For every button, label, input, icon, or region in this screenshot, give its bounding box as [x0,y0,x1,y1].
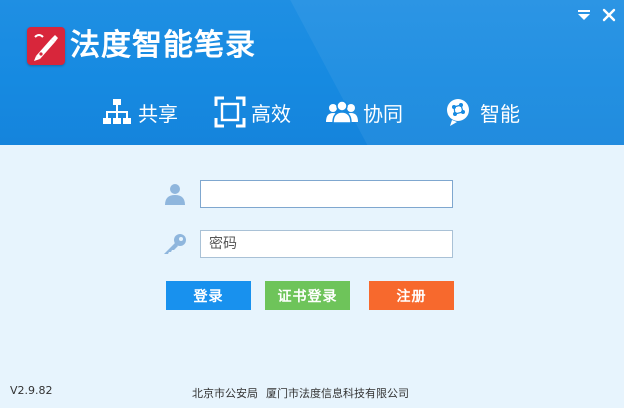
feature-share: 共享 [101,90,178,134]
frame-icon [214,96,246,128]
feature-collab: 协同 [326,90,403,134]
hierarchy-icon [103,99,131,124]
feature-efficient: 高效 [214,90,291,134]
header-banner: 法度智能笔录 共享 高效 协同 智能 [0,0,624,145]
feature-label-smart: 智能 [480,101,520,126]
login-button[interactable]: 登录 [166,281,251,310]
register-button[interactable]: 注册 [369,281,454,310]
logo-pen-icon [27,27,65,65]
key-icon [164,234,186,254]
people-icon [326,100,358,124]
brain-icon [447,99,469,126]
cert-login-button[interactable]: 证书登录 [265,281,350,310]
app-title: 法度智能笔录 [70,28,256,63]
password-input[interactable] [200,230,453,258]
feature-label-collab: 协同 [363,101,403,126]
footer-org-company: 厦门市法度信息科技有限公司 [266,387,409,400]
version-label: V2.9.82 [10,384,53,397]
user-icon [165,184,185,205]
footer-org-police: 北京市公安局 [192,387,258,400]
feature-strip: 共享 高效 协同 智能 [0,90,624,134]
feature-smart: 智能 [443,90,520,134]
dropdown-triangle-icon[interactable] [575,6,593,24]
close-icon[interactable] [600,6,618,24]
username-input[interactable] [200,180,453,208]
feature-label-share: 共享 [138,101,178,126]
footer-credits: 北京市公安局 厦门市法度信息科技有限公司 [192,385,409,401]
feature-label-efficient: 高效 [251,101,291,126]
